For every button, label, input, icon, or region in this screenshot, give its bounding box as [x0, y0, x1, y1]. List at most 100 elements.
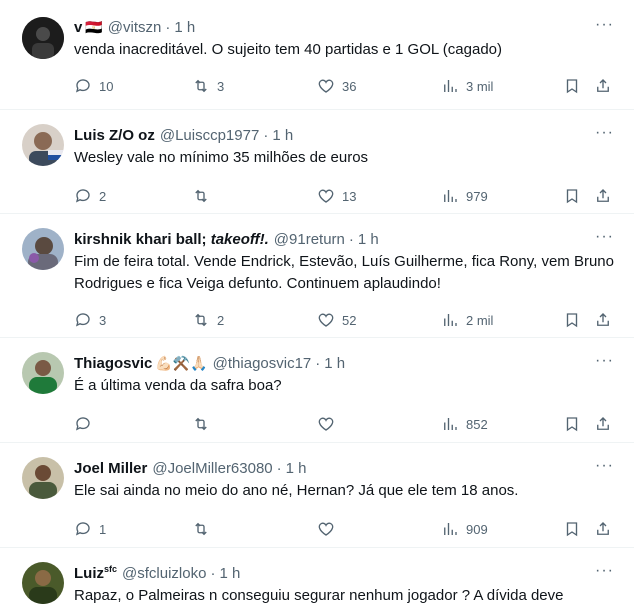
- separator: ·: [348, 230, 354, 248]
- reply-button[interactable]: 1: [74, 520, 106, 538]
- reply-button[interactable]: 10: [74, 77, 113, 95]
- tweet[interactable]: Thiagosvic 💪🏻⚒️🙏🏻 @thiagosvic17 · 1 h ··…: [0, 338, 634, 443]
- views-button[interactable]: 909: [441, 520, 488, 538]
- like-count: 36: [342, 78, 357, 94]
- bookmark-button[interactable]: [563, 415, 581, 433]
- views-icon: [444, 418, 457, 430]
- bookmark-button[interactable]: [563, 311, 581, 329]
- share-button[interactable]: [594, 415, 612, 433]
- tweet[interactable]: Luis Z/O oz @Luisccp1977 · 1 h ··· Wesle…: [0, 110, 634, 214]
- like-button[interactable]: [317, 415, 342, 433]
- tweet-header: Joel Miller @JoelMiller63080 · 1 h: [74, 457, 618, 479]
- avatar[interactable]: [22, 562, 64, 604]
- tweet[interactable]: v 🇪🇬 @vitszn · 1 h ··· venda inacreditáv…: [0, 0, 634, 110]
- timestamp[interactable]: 1 h: [324, 355, 345, 372]
- username[interactable]: @thiagosvic17: [213, 355, 312, 372]
- username[interactable]: @Luisccp1977: [160, 127, 259, 144]
- display-name-main: Luiz: [74, 565, 104, 582]
- tweet[interactable]: kirshnik khari ball; takeoff!. @91return…: [0, 214, 634, 338]
- bookmark-icon: [566, 522, 578, 537]
- views-button[interactable]: 2 mil: [441, 311, 493, 329]
- retweet-button[interactable]: [192, 520, 217, 538]
- bookmark-icon: [566, 79, 578, 94]
- reply-button[interactable]: 3: [74, 311, 106, 329]
- reply-button[interactable]: 2: [74, 187, 106, 205]
- avatar[interactable]: [22, 352, 64, 394]
- share-icon: [597, 313, 609, 326]
- share-button[interactable]: [594, 311, 612, 329]
- separator: ·: [315, 354, 321, 372]
- view-count: 909: [466, 521, 488, 537]
- display-name[interactable]: Thiagosvic: [74, 355, 152, 372]
- bookmark-icon: [566, 189, 578, 204]
- emoji-icons: 💪🏻⚒️🙏🏻: [155, 354, 208, 371]
- bookmark-button[interactable]: [563, 187, 581, 205]
- retweet-button[interactable]: 2: [192, 311, 224, 329]
- timestamp[interactable]: 1 h: [286, 460, 307, 477]
- username[interactable]: @JoelMiller63080: [152, 460, 272, 477]
- display-name[interactable]: Luis Z/O oz: [74, 127, 155, 144]
- share-icon: [597, 79, 609, 92]
- display-name-italic: takeoff!.: [210, 230, 269, 248]
- timestamp[interactable]: 1 h: [358, 231, 379, 248]
- more-icon[interactable]: ···: [595, 352, 614, 370]
- more-icon[interactable]: ···: [595, 562, 614, 580]
- retweet-button[interactable]: 3: [192, 77, 224, 95]
- display-name[interactable]: Joel Miller: [74, 460, 147, 477]
- more-icon[interactable]: ···: [595, 228, 614, 246]
- views-button[interactable]: 979: [441, 187, 488, 205]
- username[interactable]: @vitszn: [108, 19, 162, 36]
- like-button[interactable]: [317, 520, 342, 538]
- reply-icon: [75, 79, 90, 93]
- reply-icon: [75, 522, 90, 536]
- action-bar: 10 3 36 3 mil: [74, 69, 618, 103]
- reply-button[interactable]: [74, 415, 99, 433]
- timestamp[interactable]: 1 h: [272, 127, 293, 144]
- reply-icon: [75, 189, 90, 203]
- more-icon[interactable]: ···: [595, 457, 614, 475]
- bookmark-button[interactable]: [563, 77, 581, 95]
- action-bar: 1 909: [74, 512, 618, 546]
- like-button[interactable]: 52: [317, 311, 356, 329]
- avatar[interactable]: [22, 457, 64, 499]
- flag-icon: 🇪🇬: [85, 18, 103, 35]
- like-count: 13: [342, 188, 357, 204]
- avatar[interactable]: [22, 124, 64, 166]
- tweet-text: É a última venda da safra boa?: [74, 377, 282, 394]
- views-button[interactable]: 3 mil: [441, 77, 493, 95]
- avatar[interactable]: [22, 228, 64, 270]
- username[interactable]: @91return: [274, 231, 345, 248]
- avatar[interactable]: [22, 17, 64, 59]
- display-name[interactable]: kirshnik khari ball; takeoff!.: [74, 231, 269, 248]
- action-bar: 3 2 52 2 mil: [74, 303, 618, 337]
- separator: ·: [210, 564, 216, 582]
- share-button[interactable]: [594, 520, 612, 538]
- retweet-icon: [195, 417, 207, 431]
- views-button[interactable]: 852: [441, 415, 488, 433]
- retweet-button[interactable]: [192, 187, 217, 205]
- timestamp[interactable]: 1 h: [174, 19, 195, 36]
- retweet-icon: [195, 189, 207, 203]
- display-name[interactable]: Luizsfc: [74, 564, 117, 582]
- reply-count: 3: [99, 312, 107, 328]
- display-name[interactable]: v: [74, 19, 82, 36]
- like-button[interactable]: 36: [317, 77, 356, 95]
- share-button[interactable]: [594, 187, 612, 205]
- retweet-button[interactable]: [192, 415, 217, 433]
- tweet-header: kirshnik khari ball; takeoff!. @91return…: [74, 228, 618, 250]
- bookmark-button[interactable]: [563, 520, 581, 538]
- heart-icon: [318, 313, 334, 327]
- separator: ·: [276, 459, 282, 477]
- more-icon[interactable]: ···: [595, 16, 614, 34]
- username[interactable]: @sfcluizloko: [122, 565, 206, 582]
- view-count: 852: [466, 416, 488, 432]
- more-icon[interactable]: ···: [595, 124, 614, 142]
- view-count: 979: [466, 188, 488, 204]
- tweet[interactable]: Joel Miller @JoelMiller63080 · 1 h ··· E…: [0, 443, 634, 548]
- like-button[interactable]: 13: [317, 187, 356, 205]
- separator: ·: [263, 126, 269, 144]
- tweet[interactable]: Luizsfc @sfcluizloko · 1 h ··· Rapaz, o …: [0, 548, 634, 605]
- like-count: 52: [342, 312, 357, 328]
- share-button[interactable]: [594, 77, 612, 95]
- timestamp[interactable]: 1 h: [219, 565, 240, 582]
